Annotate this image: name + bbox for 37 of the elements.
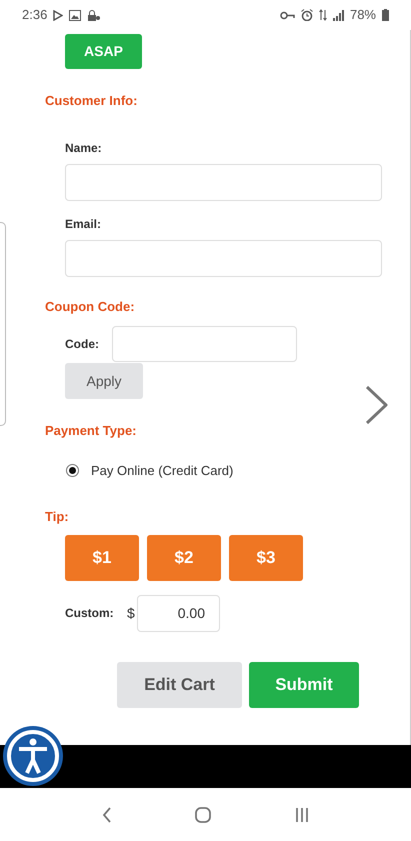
radio-button[interactable] (66, 464, 79, 477)
play-icon (53, 10, 64, 20)
field-label: Custom: (65, 605, 115, 622)
battery-level: 78% (350, 6, 376, 24)
code-input-field[interactable] (112, 326, 297, 362)
lock-icon (87, 10, 100, 20)
home-icon[interactable] (195, 806, 212, 822)
field-label: Name: (65, 140, 102, 156)
section-heading: Tip: (45, 508, 69, 526)
alarm-icon (300, 9, 313, 21)
recent-apps-icon[interactable] (295, 808, 310, 822)
text-input-field[interactable] (65, 164, 382, 200)
tip-button[interactable]: $2 (147, 534, 221, 580)
text-input-field[interactable] (65, 240, 382, 276)
tip-button[interactable]: $3 (229, 534, 303, 580)
section-heading: Payment Type: (45, 422, 137, 440)
submit-button[interactable]: Submit (249, 662, 359, 708)
data-transfer-icon (318, 9, 327, 21)
battery-icon (382, 9, 389, 21)
side-drawer-handle[interactable] (0, 222, 6, 426)
status-time: 2:36 (22, 6, 48, 24)
field-label: Code: (65, 336, 100, 353)
section-heading: Customer Info: (45, 92, 138, 110)
apply-button[interactable]: Apply (65, 363, 143, 399)
key-icon (280, 10, 295, 20)
section-heading: Coupon Code: (45, 298, 135, 316)
signal-icon (332, 10, 344, 20)
accessibility-icon[interactable] (2, 725, 64, 787)
asap-button[interactable]: ASAP (65, 34, 142, 69)
custom-tip-field[interactable]: 0.00 (137, 594, 220, 632)
tip-button[interactable]: $1 (65, 534, 139, 580)
field-label: Email: (65, 216, 102, 232)
option-label: Pay Online (Credit Card) (91, 462, 234, 480)
image-icon (69, 10, 82, 20)
currency-symbol: $ (127, 604, 136, 622)
back-icon[interactable] (102, 806, 112, 822)
edit-cart-button[interactable]: Edit Cart (117, 662, 242, 708)
